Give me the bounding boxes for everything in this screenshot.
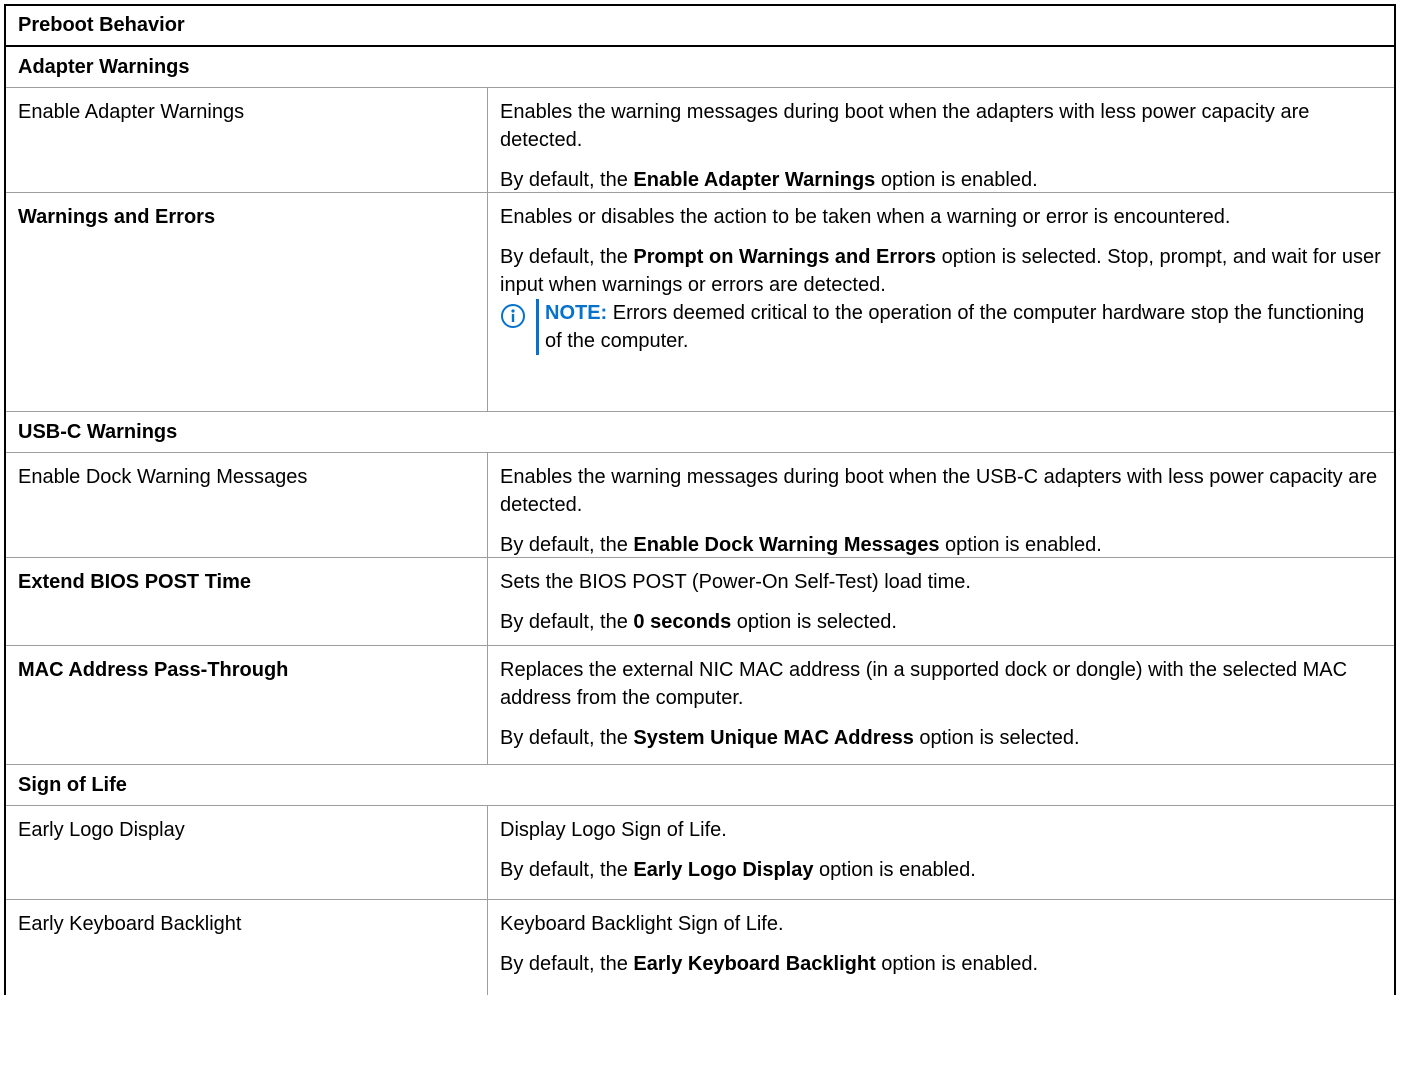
section-header-adapter-warnings: Adapter Warnings bbox=[6, 47, 1394, 88]
option-label: Extend BIOS POST Time bbox=[6, 558, 488, 645]
option-description: Keyboard Backlight Sign of Life. By defa… bbox=[488, 900, 1394, 995]
default-value: Enable Adapter Warnings bbox=[633, 169, 876, 191]
default-prefix: By default, the bbox=[500, 953, 634, 975]
description-text: Enables the warning messages during boot… bbox=[500, 101, 1310, 151]
table-row-enable-adapter-warnings: Enable Adapter Warnings Enables the warn… bbox=[6, 88, 1394, 193]
default-suffix: option is enabled. bbox=[939, 534, 1102, 556]
table-row-early-logo-display: Early Logo Display Display Logo Sign of … bbox=[6, 806, 1394, 900]
default-value: Early Logo Display bbox=[633, 859, 814, 881]
option-description: Sets the BIOS POST (Power-On Self-Test) … bbox=[488, 558, 1394, 645]
description-text: Sets the BIOS POST (Power-On Self-Test) … bbox=[500, 571, 971, 593]
description-text: Replaces the external NIC MAC address (i… bbox=[500, 659, 1348, 709]
default-suffix: option is enabled. bbox=[875, 953, 1039, 975]
table-row-warnings-and-errors: Warnings and Errors Enables or disables … bbox=[6, 193, 1394, 412]
option-label: Warnings and Errors bbox=[6, 193, 488, 411]
option-description: Display Logo Sign of Life. By default, t… bbox=[488, 806, 1394, 899]
default-text: By default, the Prompt on Warnings and E… bbox=[500, 243, 1382, 299]
default-value: Early Keyboard Backlight bbox=[633, 953, 876, 975]
section-header-sign-of-life: Sign of Life bbox=[6, 765, 1394, 806]
table-row-early-keyboard-backlight: Early Keyboard Backlight Keyboard Backli… bbox=[6, 900, 1394, 995]
description-text: Keyboard Backlight Sign of Life. bbox=[500, 913, 784, 935]
default-prefix: By default, the bbox=[500, 611, 634, 633]
option-label: Enable Dock Warning Messages bbox=[6, 453, 488, 557]
default-prefix: By default, the bbox=[500, 534, 634, 556]
default-suffix: option is selected. bbox=[731, 611, 897, 633]
default-prefix: By default, the bbox=[500, 859, 634, 881]
preboot-behavior-table: Preboot Behavior Adapter Warnings Enable… bbox=[4, 4, 1396, 995]
option-description: Enables the warning messages during boot… bbox=[488, 453, 1394, 557]
option-label: Enable Adapter Warnings bbox=[6, 88, 488, 192]
note-callout: NOTE: Errors deemed critical to the oper… bbox=[500, 299, 1382, 355]
default-text: By default, the 0 seconds option is sele… bbox=[500, 608, 1382, 636]
info-icon bbox=[500, 299, 536, 339]
section-header-usb-c-warnings: USB-C Warnings bbox=[6, 412, 1394, 453]
default-suffix: option is enabled. bbox=[875, 169, 1038, 191]
default-value: System Unique MAC Address bbox=[633, 727, 914, 749]
default-prefix: By default, the bbox=[500, 246, 634, 268]
note-text: Errors deemed critical to the operation … bbox=[545, 302, 1365, 352]
default-suffix: option is enabled. bbox=[813, 859, 976, 881]
option-label: MAC Address Pass-Through bbox=[6, 646, 488, 764]
option-label: Early Keyboard Backlight bbox=[6, 900, 488, 995]
default-prefix: By default, the bbox=[500, 169, 634, 191]
default-suffix: option is selected. bbox=[913, 727, 1080, 749]
table-title: Preboot Behavior bbox=[18, 14, 185, 36]
description-text: Enables the warning messages during boot… bbox=[500, 466, 1378, 516]
section-title: Sign of Life bbox=[18, 773, 127, 796]
default-text: By default, the Early Logo Display optio… bbox=[500, 856, 1382, 884]
section-title: Adapter Warnings bbox=[18, 55, 190, 78]
default-text: By default, the System Unique MAC Addres… bbox=[500, 724, 1382, 752]
default-text: By default, the Enable Dock Warning Mess… bbox=[500, 531, 1382, 559]
option-label: Early Logo Display bbox=[6, 806, 488, 899]
option-description: Enables the warning messages during boot… bbox=[488, 88, 1394, 192]
description-text: Enables or disables the action to be tak… bbox=[500, 206, 1231, 228]
section-title: USB-C Warnings bbox=[18, 420, 178, 443]
table-title-row: Preboot Behavior bbox=[6, 6, 1394, 47]
option-description: Enables or disables the action to be tak… bbox=[488, 193, 1394, 411]
default-value: 0 seconds bbox=[633, 611, 732, 633]
default-text: By default, the Enable Adapter Warnings … bbox=[500, 166, 1382, 194]
table-row-enable-dock-warning-messages: Enable Dock Warning Messages Enables the… bbox=[6, 453, 1394, 558]
default-prefix: By default, the bbox=[500, 727, 634, 749]
default-text: By default, the Early Keyboard Backlight… bbox=[500, 950, 1382, 978]
description-text: Display Logo Sign of Life. bbox=[500, 819, 727, 841]
note-label: NOTE: bbox=[545, 302, 608, 324]
table-row-mac-address-pass-through: MAC Address Pass-Through Replaces the ex… bbox=[6, 646, 1394, 765]
table-row-extend-bios-post-time: Extend BIOS POST Time Sets the BIOS POST… bbox=[6, 558, 1394, 646]
note-body: NOTE: Errors deemed critical to the oper… bbox=[536, 299, 1382, 355]
default-value: Enable Dock Warning Messages bbox=[633, 534, 940, 556]
default-value: Prompt on Warnings and Errors bbox=[633, 246, 937, 268]
option-description: Replaces the external NIC MAC address (i… bbox=[488, 646, 1394, 764]
